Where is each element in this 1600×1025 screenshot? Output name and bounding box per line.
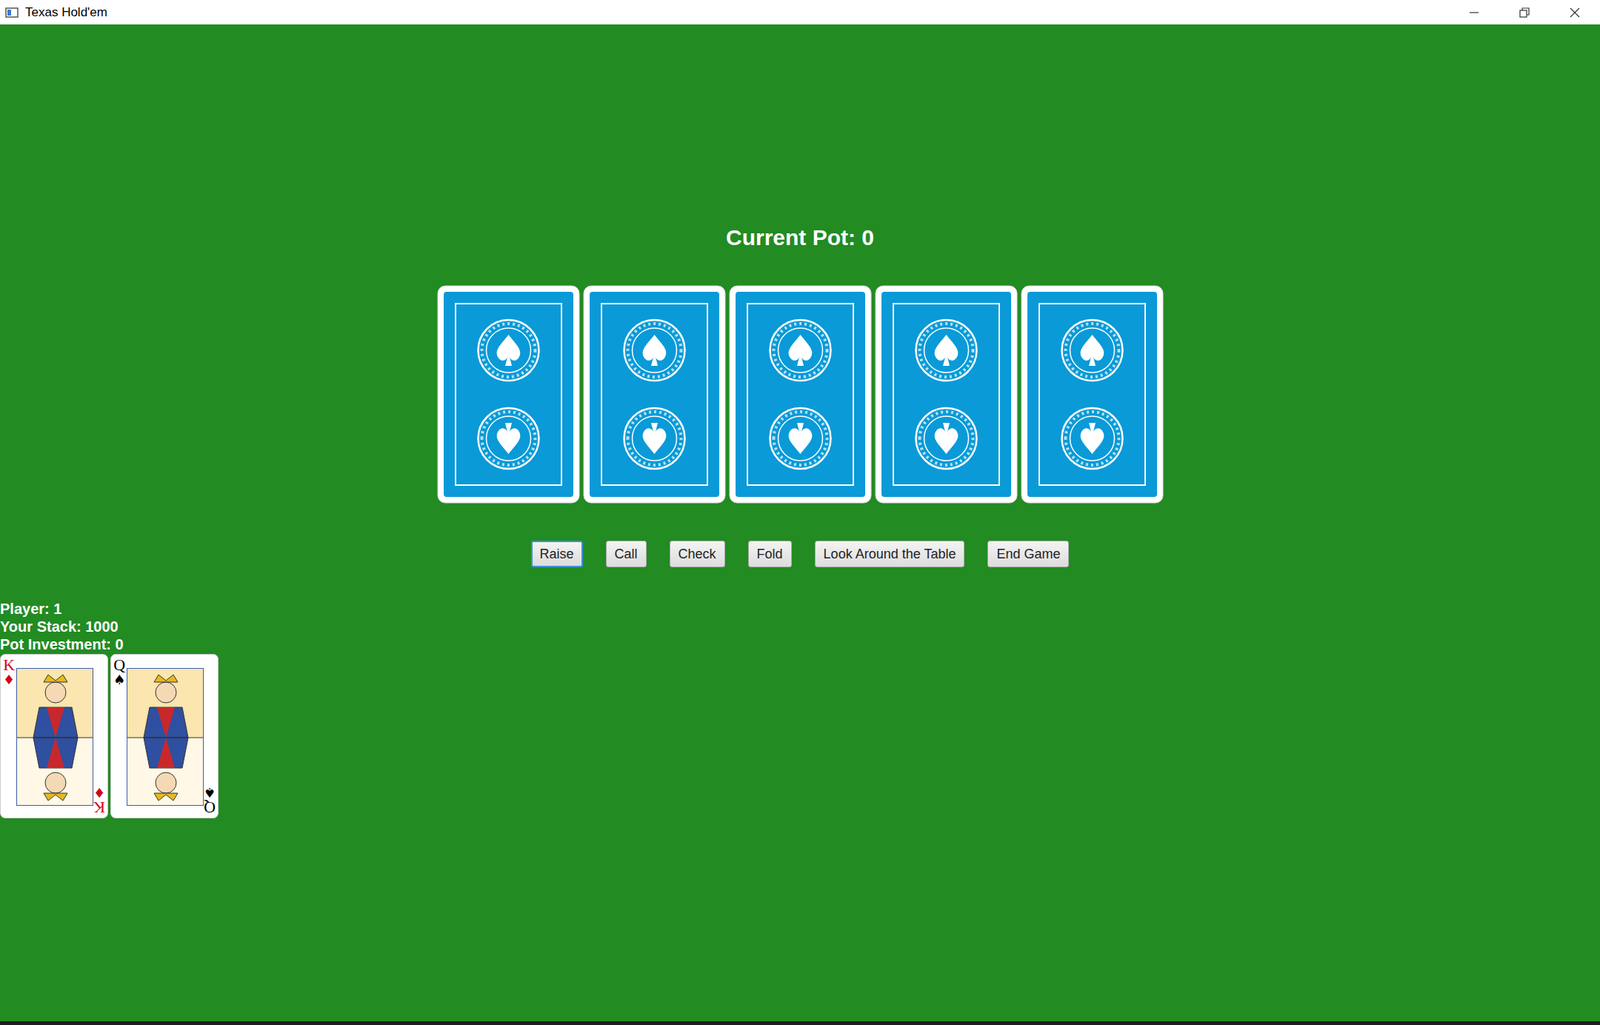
community-cards: [0, 285, 1600, 504]
card-back-icon: [1020, 285, 1164, 504]
table-area: Current Pot: 0 Raise Call Check Fold Look Ar…: [0, 24, 1600, 1025]
card-suit: ♠: [203, 785, 216, 800]
card-back-icon: [582, 285, 726, 504]
minimize-icon: [1468, 6, 1480, 19]
card-rank: Q: [203, 799, 216, 816]
community-card: [437, 285, 580, 504]
button-label: End Game: [996, 544, 1060, 565]
button-label: Check: [678, 544, 717, 565]
action-buttons: Raise Call Check Fold Look Around the Table E…: [0, 540, 1600, 568]
app-icon: [4, 5, 20, 20]
face-card-picture-icon: [17, 668, 94, 806]
hole-card: K♦K♦: [0, 654, 109, 819]
button-label: Call: [614, 544, 638, 565]
player-info: Player: 1: [0, 600, 1600, 618]
player-info: Pot Investment: 0: [0, 635, 1600, 654]
card-suit: ♦: [2, 673, 15, 687]
face-card-picture-icon: [127, 668, 204, 806]
community-card: [874, 285, 1018, 504]
card-rank: Q: [113, 657, 126, 674]
card-suit: ♠: [113, 673, 126, 687]
card-back-icon: [728, 285, 872, 504]
restore-button[interactable]: [1499, 0, 1550, 25]
card-rank: K: [93, 799, 106, 816]
minimize-button[interactable]: [1448, 0, 1500, 25]
action-button[interactable]: Raise: [531, 540, 583, 568]
action-button[interactable]: Call: [605, 540, 647, 568]
button-label: Raise: [540, 544, 575, 565]
window-title: Texas Hold'em: [25, 2, 108, 23]
action-button[interactable]: Check: [669, 540, 726, 568]
button-label: Fold: [757, 544, 783, 565]
pot-label: Current Pot: 0: [725, 224, 875, 252]
player-panel: Player: 1Your Stack: 1000Pot Investment:…: [0, 600, 1600, 819]
restore-icon: [1518, 6, 1531, 19]
close-icon: [1568, 6, 1581, 19]
card-suit: ♦: [93, 785, 106, 800]
card-rank: K: [2, 657, 15, 674]
community-card: [582, 285, 726, 504]
card-back-icon: [437, 285, 580, 504]
card-back-icon: [874, 285, 1018, 504]
action-button[interactable]: End Game: [987, 540, 1069, 568]
close-button[interactable]: [1549, 0, 1600, 25]
action-button[interactable]: Look Around the Table: [814, 540, 966, 568]
community-card: [728, 285, 872, 504]
player-info: Your Stack: 1000: [0, 617, 1600, 636]
title-bar: Texas Hold'em: [0, 0, 1600, 25]
action-button[interactable]: Fold: [748, 540, 792, 568]
hole-card: Q♠Q♠: [110, 654, 219, 819]
button-label: Look Around the Table: [823, 544, 957, 565]
community-card: [1020, 285, 1164, 504]
